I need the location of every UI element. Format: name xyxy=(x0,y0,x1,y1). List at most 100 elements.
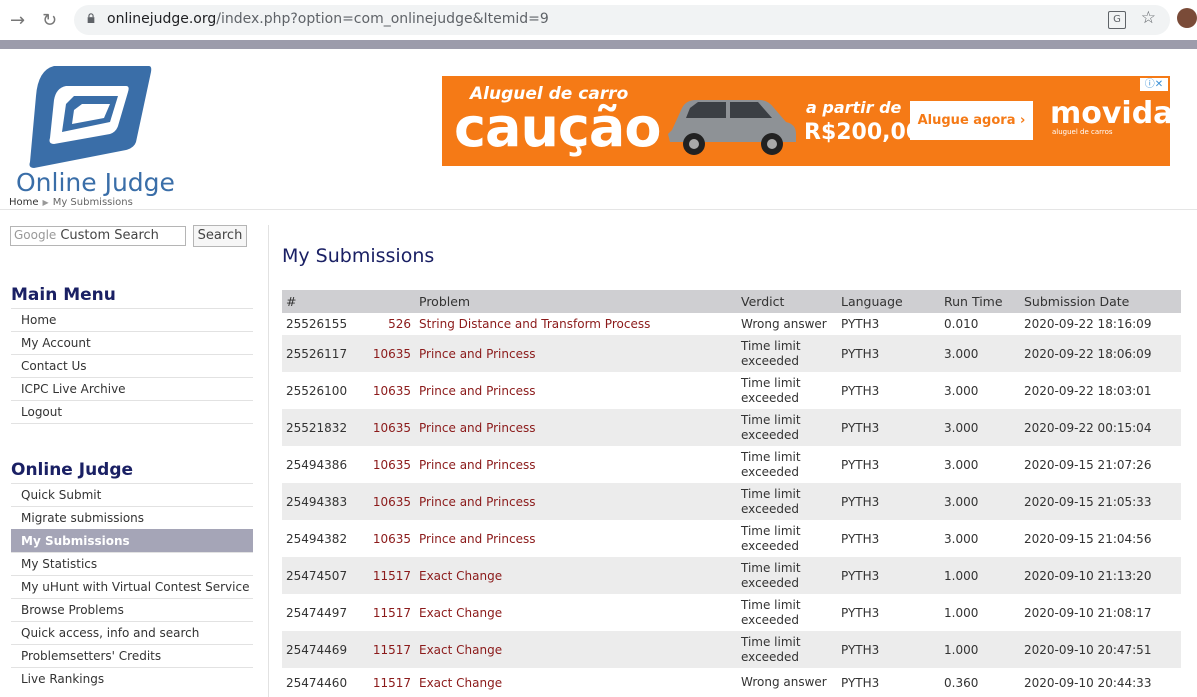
header-divider xyxy=(0,209,1197,210)
col-header-run-time: Run Time xyxy=(940,290,1020,313)
cell-run-time: 3.000 xyxy=(940,446,1020,483)
cell-problem-name[interactable]: Exact Change xyxy=(415,631,737,668)
search-placeholder: Custom Search xyxy=(60,228,159,243)
cell-problem-name[interactable]: Prince and Princess xyxy=(415,409,737,446)
cell-submission-id: 25526117 xyxy=(282,335,362,372)
main-menu-title: Main Menu xyxy=(11,285,116,305)
menu-item-logout[interactable]: Logout xyxy=(11,400,253,424)
menu-item-migrate-submissions[interactable]: Migrate submissions xyxy=(11,506,253,529)
profile-avatar[interactable] xyxy=(1177,8,1197,28)
url-text[interactable]: onlinejudge.org/index.php?option=com_onl… xyxy=(107,11,549,27)
cell-submission-id: 25521832 xyxy=(282,409,362,446)
cell-language: PYTH3 xyxy=(837,631,940,668)
cell-run-time: 3.000 xyxy=(940,372,1020,409)
menu-item-icpc-live-archive[interactable]: ICPC Live Archive xyxy=(11,377,253,400)
menu-item-live-rankings[interactable]: Live Rankings xyxy=(11,667,253,690)
table-row: 25526100 10635 Prince and Princess Time lim… xyxy=(282,372,1181,409)
cell-problem-name[interactable]: Exact Change xyxy=(415,594,737,631)
cell-submission-id: 25526155 xyxy=(282,313,362,335)
col-header-language: Language xyxy=(837,290,940,313)
cell-language: PYTH3 xyxy=(837,520,940,557)
ad-price: R$200,00 xyxy=(804,120,922,145)
online-judge-menu: Quick Submit Migrate submissions My Subm… xyxy=(11,483,253,690)
cell-submission-date: 2020-09-22 18:06:09 xyxy=(1020,335,1181,372)
table-row: 25494382 10635 Prince and Princess Time lim… xyxy=(282,520,1181,557)
page-title: My Submissions xyxy=(282,245,435,267)
cell-problem-name[interactable]: Exact Change xyxy=(415,557,737,594)
cell-run-time: 1.000 xyxy=(940,594,1020,631)
back-arrow-icon[interactable]: → xyxy=(10,10,25,31)
google-label: Google xyxy=(14,228,57,242)
ad-banner[interactable]: Aluguel de carro caução a partir de R$20… xyxy=(442,76,1170,166)
cell-problem-number[interactable]: 10635 xyxy=(362,409,415,446)
menu-item-my-submissions[interactable]: My Submissions xyxy=(11,529,253,552)
cell-submission-date: 2020-09-15 21:07:26 xyxy=(1020,446,1181,483)
table-row: 25494386 10635 Prince and Princess Time lim… xyxy=(282,446,1181,483)
sidebar-divider xyxy=(268,225,269,697)
menu-item-problemsetters-credits[interactable]: Problemsetters' Credits xyxy=(11,644,253,667)
table-header-row: # Problem Verdict Language Run Time Subm… xyxy=(282,290,1181,313)
menu-item-quick-access[interactable]: Quick access, info and search xyxy=(11,621,253,644)
menu-item-browse-problems[interactable]: Browse Problems xyxy=(11,598,253,621)
search-button[interactable]: Search xyxy=(193,225,247,247)
main-menu: Home My Account Contact Us ICPC Live Arc… xyxy=(11,308,253,424)
bookmark-star-icon[interactable]: ☆ xyxy=(1141,8,1156,28)
cell-problem-number[interactable]: 11517 xyxy=(362,668,415,697)
cell-verdict: Time limit exceeded xyxy=(737,594,837,631)
cell-language: PYTH3 xyxy=(837,372,940,409)
table-row: 25474497 11517 Exact Change Time limit exce… xyxy=(282,594,1181,631)
translate-icon[interactable]: G xyxy=(1108,11,1126,29)
breadcrumb-home[interactable]: Home xyxy=(9,197,39,208)
cell-language: PYTH3 xyxy=(837,483,940,520)
cell-problem-number[interactable]: 10635 xyxy=(362,483,415,520)
cell-problem-number[interactable]: 11517 xyxy=(362,631,415,668)
cell-problem-number[interactable]: 10635 xyxy=(362,335,415,372)
address-bar[interactable]: onlinejudge.org/index.php?option=com_onl… xyxy=(74,5,1170,35)
col-header-spacer xyxy=(362,290,415,313)
cell-submission-date: 2020-09-22 00:15:04 xyxy=(1020,409,1181,446)
cell-problem-name[interactable]: Prince and Princess xyxy=(415,335,737,372)
menu-item-home[interactable]: Home xyxy=(11,308,253,331)
cell-problem-number[interactable]: 11517 xyxy=(362,557,415,594)
ad-info-close-icon[interactable]: ⓘ✕ xyxy=(1140,78,1168,91)
cell-verdict: Time limit exceeded xyxy=(737,335,837,372)
ad-brand-tagline: aluguel de carros xyxy=(1052,128,1113,136)
table-row: 25474460 11517 Exact Change Wrong answer PYT… xyxy=(282,668,1181,697)
cell-problem-number[interactable]: 10635 xyxy=(362,520,415,557)
cell-verdict: Wrong answer xyxy=(737,313,837,335)
cell-language: PYTH3 xyxy=(837,313,940,335)
cell-problem-number[interactable]: 11517 xyxy=(362,594,415,631)
cell-submission-date: 2020-09-15 21:05:33 xyxy=(1020,483,1181,520)
cell-problem-name[interactable]: Prince and Princess xyxy=(415,372,737,409)
menu-item-quick-submit[interactable]: Quick Submit xyxy=(11,483,253,506)
breadcrumb-current: My Submissions xyxy=(52,197,133,208)
cell-verdict: Time limit exceeded xyxy=(737,557,837,594)
cell-submission-date: 2020-09-22 18:03:01 xyxy=(1020,372,1181,409)
cell-problem-name[interactable]: String Distance and Transform Process xyxy=(415,313,737,335)
cell-verdict: Time limit exceeded xyxy=(737,631,837,668)
menu-item-my-statistics[interactable]: My Statistics xyxy=(11,552,253,575)
cell-problem-name[interactable]: Prince and Princess xyxy=(415,520,737,557)
cell-run-time: 3.000 xyxy=(940,409,1020,446)
cell-problem-name[interactable]: Prince and Princess xyxy=(415,446,737,483)
menu-item-my-uhunt[interactable]: My uHunt with Virtual Contest Service xyxy=(11,575,253,598)
cell-run-time: 1.000 xyxy=(940,557,1020,594)
ad-cta-button[interactable]: Alugue agora › xyxy=(910,101,1033,140)
cell-problem-number[interactable]: 10635 xyxy=(362,446,415,483)
cell-submission-id: 25474507 xyxy=(282,557,362,594)
breadcrumb: Home ▶ My Submissions xyxy=(9,197,133,208)
menu-item-my-account[interactable]: My Account xyxy=(11,331,253,354)
breadcrumb-separator-icon: ▶ xyxy=(42,198,49,207)
search-input[interactable]: Google Custom Search xyxy=(10,226,186,246)
submissions-table-body: 25526155 526 String Distance and Transform… xyxy=(282,313,1181,697)
cell-verdict: Time limit exceeded xyxy=(737,483,837,520)
cell-problem-name[interactable]: Prince and Princess xyxy=(415,483,737,520)
cell-problem-number[interactable]: 526 xyxy=(362,313,415,335)
cell-problem-name[interactable]: Exact Change xyxy=(415,668,737,697)
menu-item-contact-us[interactable]: Contact Us xyxy=(11,354,253,377)
reload-icon[interactable]: ↻ xyxy=(42,10,57,31)
cell-language: PYTH3 xyxy=(837,446,940,483)
site-logo[interactable]: Online Judge xyxy=(14,64,175,197)
cell-problem-number[interactable]: 10635 xyxy=(362,372,415,409)
cell-language: PYTH3 xyxy=(837,668,940,697)
